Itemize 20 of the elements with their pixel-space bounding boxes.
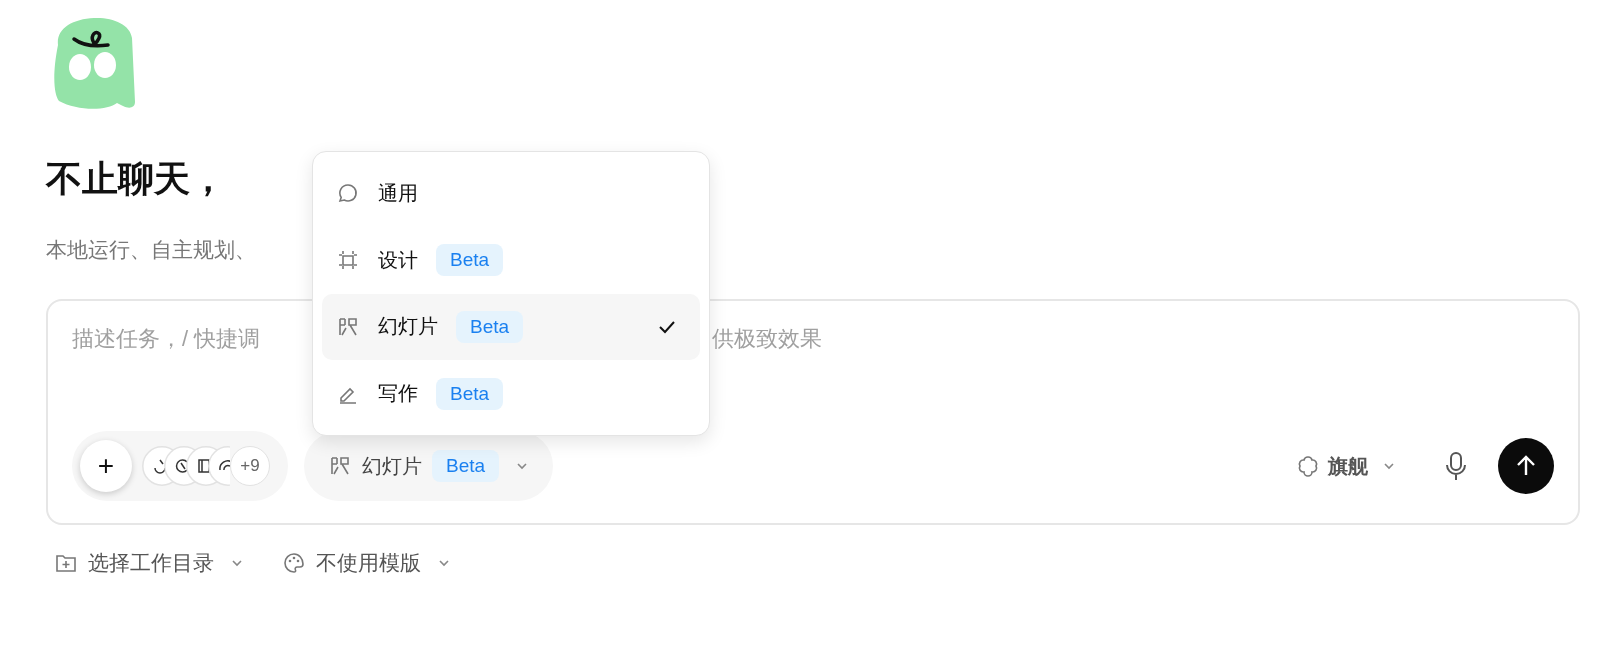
- add-button[interactable]: +: [80, 440, 132, 492]
- placeholder-text: 描述任务，/ 快捷调: [72, 325, 261, 353]
- menu-item[interactable]: 通用: [322, 160, 700, 227]
- palette-icon: [282, 551, 306, 575]
- beta-badge: Beta: [436, 377, 504, 410]
- beta-badge: Beta: [436, 244, 504, 277]
- menu-item[interactable]: 设计 Beta: [322, 226, 700, 294]
- beta-badge: Beta: [432, 450, 500, 482]
- menu-item[interactable]: 幻灯片 Beta: [322, 293, 700, 361]
- placeholder-text: 供极致效果: [712, 325, 822, 353]
- menu-item[interactable]: 写作 Beta: [322, 360, 700, 427]
- folder-selector[interactable]: 选择工作目录: [54, 549, 244, 577]
- send-button[interactable]: [1498, 438, 1554, 494]
- subheading: 本地运行、自主规划、: [46, 237, 256, 263]
- template-selector[interactable]: 不使用模版: [282, 549, 451, 577]
- flower-icon: [1296, 454, 1320, 478]
- heading: 不止聊天，: [46, 157, 226, 201]
- model-selector[interactable]: 旗舰: [1296, 452, 1396, 480]
- beta-badge: Beta: [456, 310, 524, 343]
- more-connectors-count[interactable]: +9: [230, 446, 270, 486]
